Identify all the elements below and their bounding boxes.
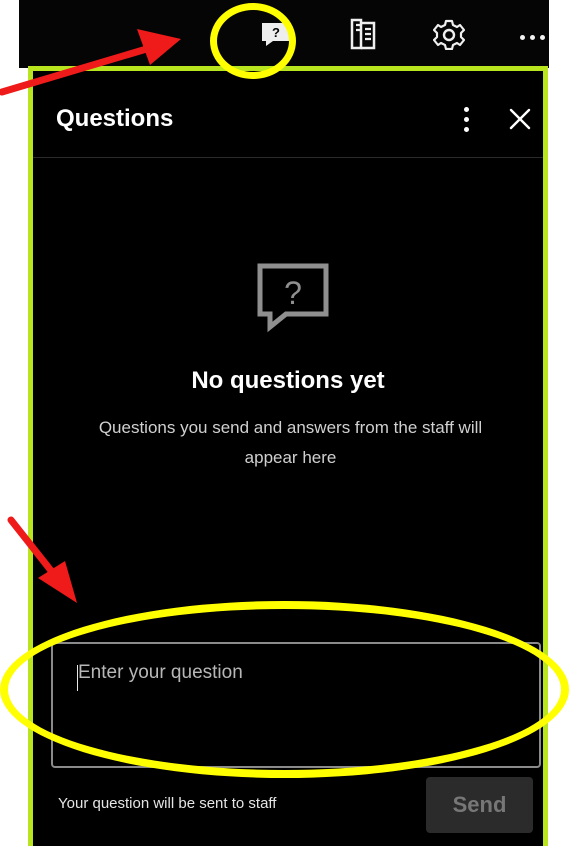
more-dots	[517, 22, 547, 52]
top-toolbar: ?	[19, 0, 549, 68]
more-icon[interactable]	[511, 16, 553, 58]
text-caret	[77, 665, 78, 691]
panel-more-dot	[463, 126, 469, 132]
question-input-box[interactable]	[51, 642, 541, 768]
questions-screen: ? Questions ? No questions yet Questions…	[0, 0, 569, 846]
question-input[interactable]	[78, 662, 508, 754]
questions-panel: Questions ? No questions yet Questions y…	[28, 66, 548, 846]
send-button[interactable]: Send	[426, 777, 533, 833]
more-dot	[519, 34, 525, 40]
question-icon[interactable]: ?	[255, 13, 297, 55]
document-list-icon[interactable]	[342, 13, 384, 55]
more-dot	[529, 34, 535, 40]
svg-text:?: ?	[272, 25, 280, 40]
empty-state-description: Questions you send and answers from the …	[98, 418, 483, 467]
helper-text: Your question will be sent to staff	[58, 795, 277, 812]
close-icon	[509, 108, 531, 130]
svg-text:?: ?	[284, 275, 302, 311]
empty-state-title: No questions yet	[191, 367, 385, 394]
question-bubble-icon: ?	[257, 263, 329, 333]
panel-title: Questions	[56, 105, 174, 132]
panel-more-button[interactable]	[454, 102, 478, 136]
panel-header: Questions	[33, 71, 543, 158]
panel-more-dot	[463, 106, 469, 112]
more-dot	[539, 34, 545, 40]
empty-state: ? No questions yet Questions you send an…	[33, 239, 543, 479]
close-button[interactable]	[503, 102, 537, 136]
panel-more-dot	[463, 116, 469, 122]
gear-icon[interactable]	[428, 13, 470, 55]
